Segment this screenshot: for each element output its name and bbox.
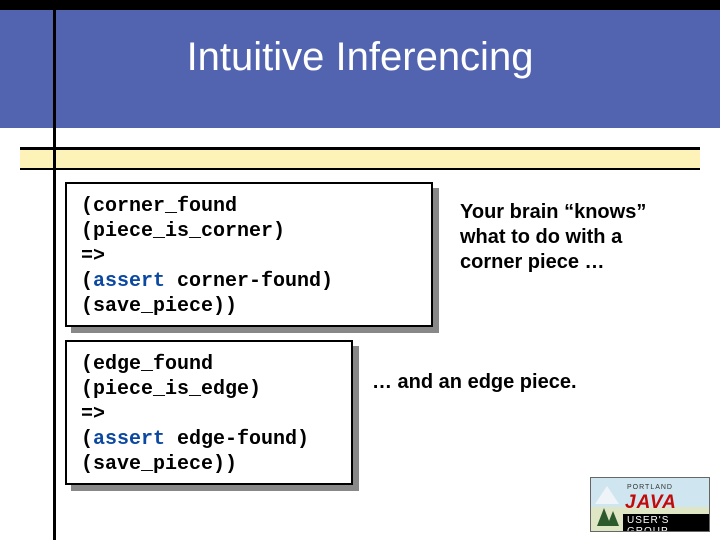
vertical-rule	[53, 0, 56, 540]
code-line: corner-found)	[165, 270, 333, 293]
code-line: (save_piece))	[81, 295, 237, 318]
yellow-stripe	[20, 150, 700, 168]
pjug-logo: PORTLAND JAVA USER'S GROUP	[590, 477, 710, 532]
logo-text-usergroup: USER'S GROUP	[623, 514, 709, 532]
code-keyword: assert	[93, 270, 165, 293]
code-block-edge: (edge_found (piece_is_edge) => (assert e…	[65, 340, 353, 485]
slide-title: Intuitive Inferencing	[0, 35, 720, 80]
code-line: (piece_is_corner)	[81, 220, 285, 243]
code-line: (edge_found	[81, 353, 213, 376]
code-line: =>	[81, 403, 105, 426]
mountain-icon	[595, 486, 619, 504]
code-line: =>	[81, 245, 105, 268]
tree-icon	[607, 511, 619, 526]
code-line: (save_piece))	[81, 453, 237, 476]
code-line: (	[81, 428, 93, 451]
header-topline	[0, 0, 720, 10]
code-line: (piece_is_edge)	[81, 378, 261, 401]
divider-bottom	[20, 168, 700, 170]
logo-text-java: JAVA	[625, 492, 677, 514]
code-line: (corner_found	[81, 195, 237, 218]
annotation-corner: Your brain “knows” what to do with a cor…	[460, 200, 685, 275]
logo-text-portland: PORTLAND	[627, 484, 673, 491]
code-line: edge-found)	[165, 428, 309, 451]
annotation-edge: … and an edge piece.	[372, 370, 592, 395]
code-block-corner: (corner_found (piece_is_corner) => (asse…	[65, 182, 433, 327]
code-keyword: assert	[93, 428, 165, 451]
code-line: (	[81, 270, 93, 293]
